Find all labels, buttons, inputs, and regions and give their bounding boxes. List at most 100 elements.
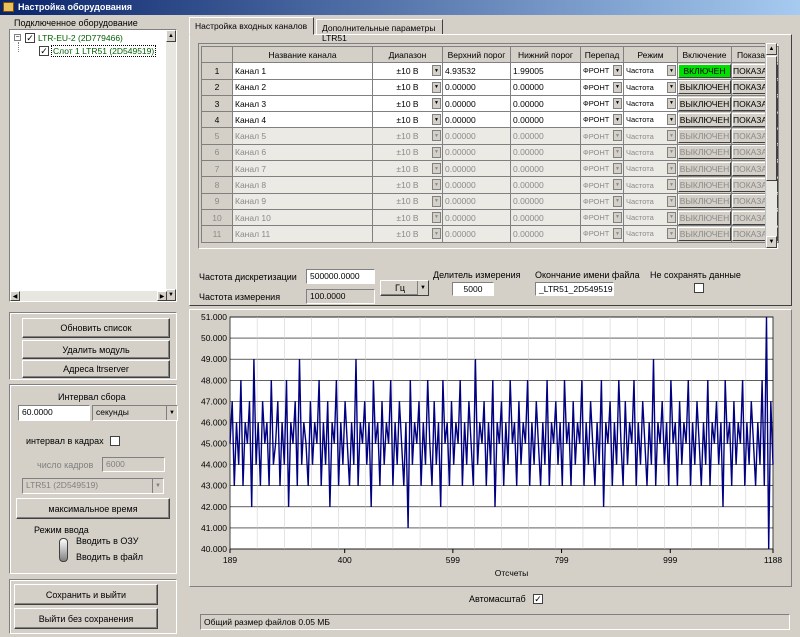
edge-cell[interactable]: ФРОНТ ▼ bbox=[580, 225, 624, 243]
channel-name-cell[interactable]: Канал 11 bbox=[232, 225, 373, 243]
input-mode-ram[interactable]: Вводить в ОЗУ bbox=[76, 536, 138, 546]
interval-unit-select[interactable]: секунды ▼ bbox=[92, 405, 178, 421]
hi-threshold-cell[interactable]: 0.00000 bbox=[442, 176, 511, 194]
hi-threshold-cell[interactable]: 0.00000 bbox=[442, 111, 511, 129]
edge-cell[interactable]: ФРОНТ ▼ bbox=[580, 208, 624, 227]
mode-cell[interactable]: Частота ▼ bbox=[623, 225, 678, 243]
enable-toggle-button[interactable]: ВКЛЮЧЕН bbox=[678, 63, 731, 78]
hi-threshold-cell[interactable]: 0.00000 bbox=[442, 94, 511, 113]
range-cell[interactable]: ±10 В ▼ bbox=[372, 225, 443, 243]
lo-threshold-cell[interactable]: 0.00000 bbox=[510, 143, 581, 162]
refresh-list-button[interactable]: Обновить список bbox=[22, 318, 170, 338]
chevron-down-icon[interactable]: ▼ bbox=[613, 163, 622, 175]
enable-toggle-button[interactable]: ВЫКЛЮЧЕН bbox=[678, 194, 731, 209]
tab-input-channels[interactable]: Настройка входных каналов bbox=[189, 17, 314, 35]
scroll-up-icon[interactable]: ▲ bbox=[166, 30, 176, 42]
hi-threshold-cell[interactable]: 0.00000 bbox=[442, 225, 511, 243]
chevron-down-icon[interactable]: ▼ bbox=[432, 130, 441, 142]
edge-cell[interactable]: ФРОНТ ▼ bbox=[580, 192, 624, 210]
edge-cell[interactable]: ФРОНТ ▼ bbox=[580, 78, 624, 96]
remove-module-button[interactable]: Удалить модуль bbox=[22, 340, 170, 359]
chevron-down-icon[interactable]: ▼ bbox=[667, 146, 676, 158]
range-cell[interactable]: ±10 В ▼ bbox=[372, 192, 443, 210]
chevron-down-icon[interactable]: ▼ bbox=[667, 130, 676, 142]
server-address-button[interactable]: Адреса ltrserver bbox=[22, 360, 170, 378]
autoscale-checkbox[interactable]: ✓ bbox=[533, 594, 543, 604]
tree-hscrollbar[interactable]: ◀ ▶ bbox=[10, 291, 167, 301]
sample-rate-input[interactable]: 500000.0000 bbox=[306, 269, 375, 284]
table-scrollbar[interactable]: ▲ ▼ bbox=[765, 43, 777, 248]
mode-cell[interactable]: Частота ▼ bbox=[623, 111, 678, 129]
chevron-down-icon[interactable]: ▼ bbox=[417, 281, 428, 295]
range-cell[interactable]: ±10 В ▼ bbox=[372, 94, 443, 113]
enable-toggle-button[interactable]: ВЫКЛЮЧЕН bbox=[678, 161, 731, 176]
lo-threshold-cell[interactable]: 0.00000 bbox=[510, 208, 581, 227]
channel-name-cell[interactable]: Канал 5 bbox=[232, 127, 373, 145]
tree-collapse-icon[interactable]: − bbox=[14, 34, 21, 41]
chevron-down-icon[interactable]: ▼ bbox=[667, 65, 676, 77]
enable-toggle-button[interactable]: ВЫКЛЮЧЕН bbox=[678, 80, 731, 95]
lo-threshold-cell[interactable]: 0.00000 bbox=[510, 192, 581, 210]
chevron-down-icon[interactable]: ▼ bbox=[613, 228, 622, 240]
chevron-down-icon[interactable]: ▼ bbox=[152, 479, 163, 493]
input-mode-file[interactable]: Вводить в файл bbox=[76, 552, 143, 562]
scroll-left-icon[interactable]: ◀ bbox=[10, 291, 20, 301]
range-cell[interactable]: ±10 В ▼ bbox=[372, 176, 443, 194]
edge-cell[interactable]: ФРОНТ ▼ bbox=[580, 176, 624, 194]
chevron-down-icon[interactable]: ▼ bbox=[432, 65, 441, 77]
range-cell[interactable]: ±10 В ▼ bbox=[372, 78, 443, 96]
scroll-down-icon[interactable]: ▼ bbox=[766, 236, 777, 248]
range-cell[interactable]: ±10 В ▼ bbox=[372, 208, 443, 227]
chevron-down-icon[interactable]: ▼ bbox=[613, 65, 622, 77]
mode-cell[interactable]: Частота ▼ bbox=[623, 62, 678, 80]
chevron-down-icon[interactable]: ▼ bbox=[613, 81, 622, 93]
lo-threshold-cell[interactable]: 0.00000 bbox=[510, 176, 581, 194]
enable-toggle-button[interactable]: ВЫКЛЮЧЕН bbox=[678, 178, 731, 193]
device-tree[interactable]: − ✓ LTR-EU-2 (2D779466) ✓ Слот 1 LTR51 (… bbox=[9, 29, 177, 302]
save-exit-button[interactable]: Сохранить и выйти bbox=[14, 584, 158, 605]
lo-threshold-cell[interactable]: 0.00000 bbox=[510, 127, 581, 145]
enable-toggle-button[interactable]: ВЫКЛЮЧЕН bbox=[678, 96, 731, 111]
enable-toggle-button[interactable]: ВЫКЛЮЧЕН bbox=[678, 210, 731, 225]
chevron-down-icon[interactable]: ▼ bbox=[432, 228, 441, 240]
channel-name-cell[interactable]: Канал 2 bbox=[232, 78, 373, 96]
module-select[interactable]: LTR51 (2D549519) ▼ bbox=[22, 478, 164, 494]
lo-threshold-cell[interactable]: 0.00000 bbox=[510, 94, 581, 113]
hi-threshold-cell[interactable]: 4.93532 bbox=[442, 62, 511, 80]
lo-threshold-cell[interactable]: 0.00000 bbox=[510, 225, 581, 243]
lo-threshold-cell[interactable]: 1.99005 bbox=[510, 62, 581, 80]
mode-cell[interactable]: Частота ▼ bbox=[623, 127, 678, 145]
range-cell[interactable]: ±10 В ▼ bbox=[372, 111, 443, 129]
hi-threshold-cell[interactable]: 0.00000 bbox=[442, 127, 511, 145]
chevron-down-icon[interactable]: ▼ bbox=[432, 97, 441, 109]
interval-input[interactable]: 60.0000 bbox=[18, 405, 90, 421]
hi-threshold-cell[interactable]: 0.00000 bbox=[442, 143, 511, 162]
chevron-down-icon[interactable]: ▼ bbox=[613, 146, 622, 158]
divider-input[interactable]: 5000 bbox=[452, 282, 494, 296]
mode-cell[interactable]: Частота ▼ bbox=[623, 208, 678, 227]
mode-cell[interactable]: Частота ▼ bbox=[623, 143, 678, 162]
hi-threshold-cell[interactable]: 0.00000 bbox=[442, 78, 511, 96]
chevron-down-icon[interactable]: ▼ bbox=[667, 97, 676, 109]
edge-cell[interactable]: ФРОНТ ▼ bbox=[580, 62, 624, 80]
scroll-up-icon[interactable]: ▲ bbox=[766, 43, 777, 55]
tree-slot-checkbox[interactable]: ✓ bbox=[39, 46, 49, 56]
chevron-down-icon[interactable]: ▼ bbox=[432, 146, 441, 158]
frames-checkbox[interactable] bbox=[110, 436, 120, 446]
chevron-down-icon[interactable]: ▼ bbox=[667, 228, 676, 240]
chevron-down-icon[interactable]: ▼ bbox=[613, 130, 622, 142]
file-suffix-input[interactable]: _LTR51_2D549519 bbox=[535, 282, 614, 296]
lo-threshold-cell[interactable]: 0.00000 bbox=[510, 78, 581, 96]
channel-name-cell[interactable]: Канал 7 bbox=[232, 160, 373, 178]
channel-name-cell[interactable]: Канал 4 bbox=[232, 111, 373, 129]
chevron-down-icon[interactable]: ▼ bbox=[432, 81, 441, 93]
hi-threshold-cell[interactable]: 0.00000 bbox=[442, 208, 511, 227]
chevron-down-icon[interactable]: ▼ bbox=[432, 195, 441, 207]
chevron-down-icon[interactable]: ▼ bbox=[432, 163, 441, 175]
chevron-down-icon[interactable]: ▼ bbox=[667, 114, 676, 126]
hi-threshold-cell[interactable]: 0.00000 bbox=[442, 160, 511, 178]
chevron-down-icon[interactable]: ▼ bbox=[667, 81, 676, 93]
mode-cell[interactable]: Частота ▼ bbox=[623, 176, 678, 194]
mode-cell[interactable]: Частота ▼ bbox=[623, 78, 678, 96]
unit-select[interactable]: Гц ▼ bbox=[380, 280, 429, 296]
